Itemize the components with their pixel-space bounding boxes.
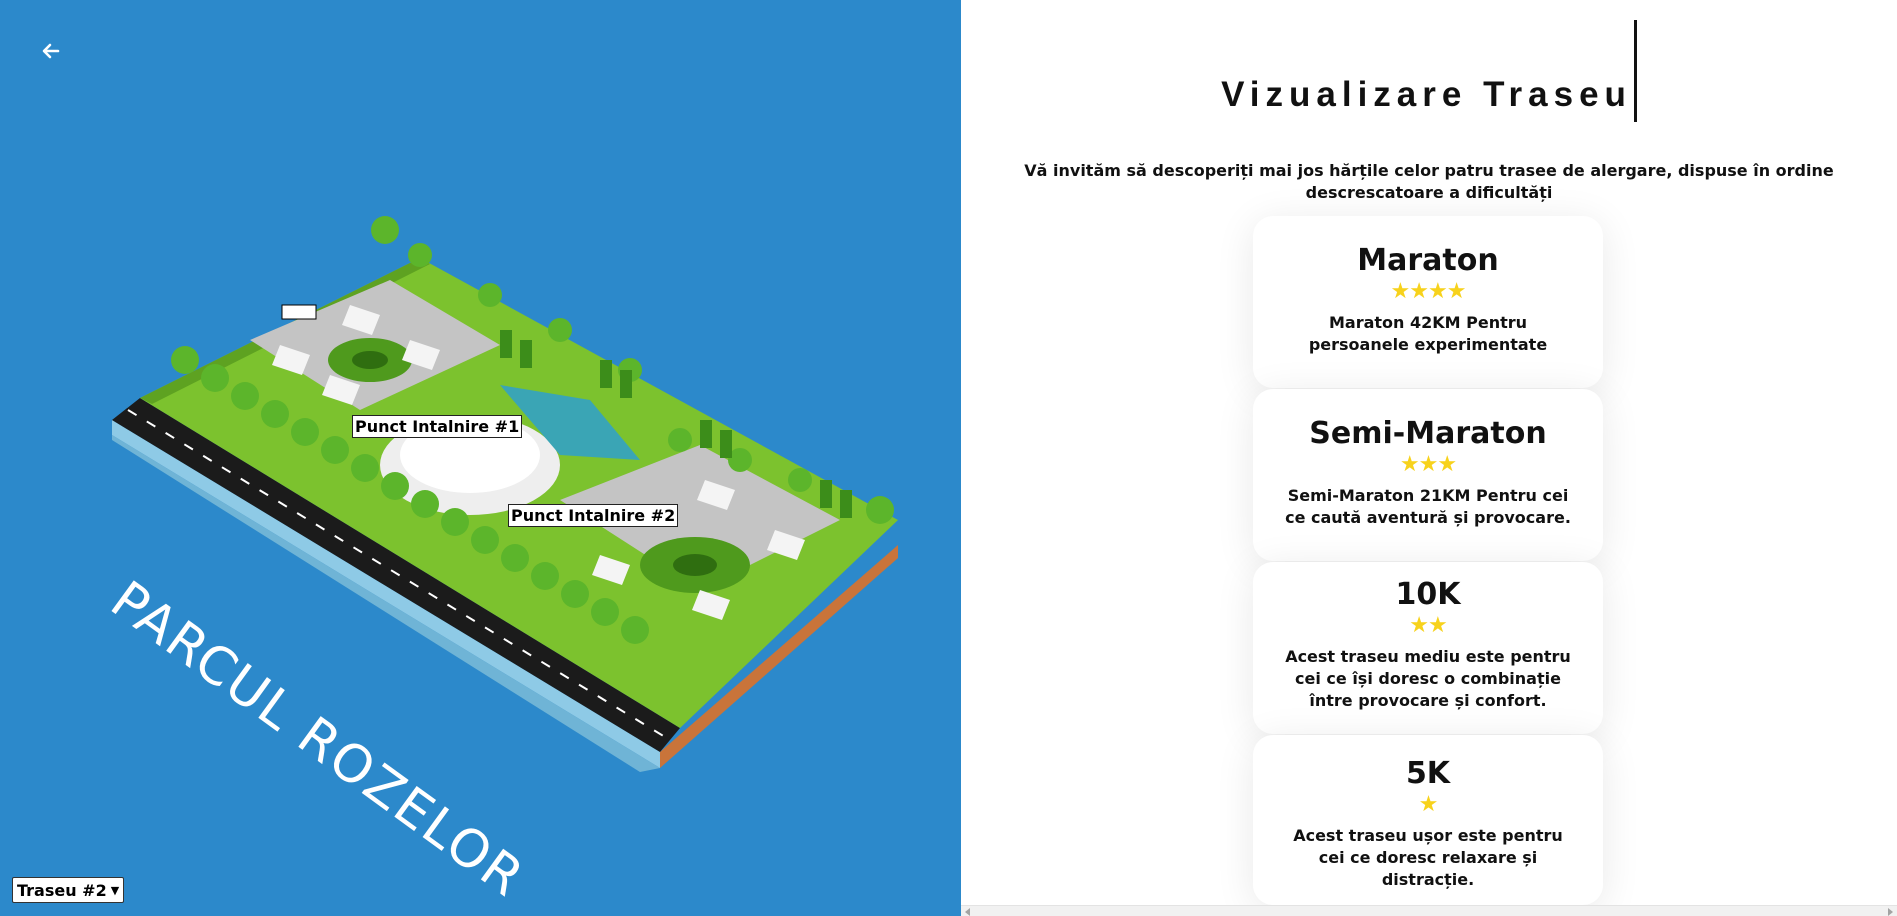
route-card-semi-maraton[interactable]: Semi-Maraton ★★★ Semi-Maraton 21KM Pentr… <box>1253 389 1603 561</box>
park-map-illustration <box>112 216 898 772</box>
scroll-left-icon[interactable] <box>965 908 970 916</box>
page-title: Vizualizare Traseu <box>1221 20 1637 122</box>
route-card-description: Acest traseu mediu este pentru cei ce îș… <box>1285 647 1571 710</box>
arrow-left-icon <box>42 43 60 59</box>
horizontal-scrollbar[interactable] <box>961 905 1897 916</box>
route-card-title: Maraton <box>1357 243 1499 278</box>
route-card-maraton[interactable]: Maraton ★★★★ Maraton 42KM Pentru persoan… <box>1253 216 1603 388</box>
back-button[interactable] <box>36 36 66 66</box>
route-card-title: 10K <box>1395 577 1461 612</box>
route-card-title: 5K <box>1405 756 1451 791</box>
meeting-point-marker-2[interactable]: Punct Intalnire #2 <box>508 504 679 527</box>
route-card-5k[interactable]: 5K ★ Acest traseu ușor este pentru cei c… <box>1253 735 1603 905</box>
map-panel: PARCUL ROZELOR Punct Intalnire #1 Punct … <box>0 0 961 916</box>
route-select[interactable]: Traseu #2 ▼ <box>12 877 125 903</box>
route-select-value: Traseu #2 <box>17 880 107 900</box>
star-rating-icon: ★★★ <box>1399 452 1457 477</box>
route-card-10k[interactable]: 10K ★★ Acest traseu mediu este pentru ce… <box>1253 562 1603 734</box>
star-rating-icon: ★★ <box>1409 613 1447 638</box>
intro-text: Vă invităm să descoperiți mai jos hărțil… <box>1024 161 1834 202</box>
star-rating-icon: ★ <box>1418 792 1439 817</box>
title-row: Vizualizare Traseu <box>961 20 1897 122</box>
route-card-description: Acest traseu ușor este pentru cei ce dor… <box>1293 826 1563 889</box>
scroll-right-icon[interactable] <box>1888 908 1893 916</box>
chevron-down-icon: ▼ <box>110 883 120 897</box>
info-panel: Vizualizare Traseu Vă invităm să descope… <box>961 0 1897 916</box>
route-card-title: Semi-Maraton <box>1309 416 1547 451</box>
meeting-point-marker-1[interactable]: Punct Intalnire #1 <box>352 415 523 438</box>
star-rating-icon: ★★★★ <box>1390 279 1467 304</box>
route-card-description: Semi-Maraton 21KM Pentru cei ce caută av… <box>1285 486 1571 527</box>
route-card-description: Maraton 42KM Pentru persoanele experimen… <box>1308 313 1548 354</box>
